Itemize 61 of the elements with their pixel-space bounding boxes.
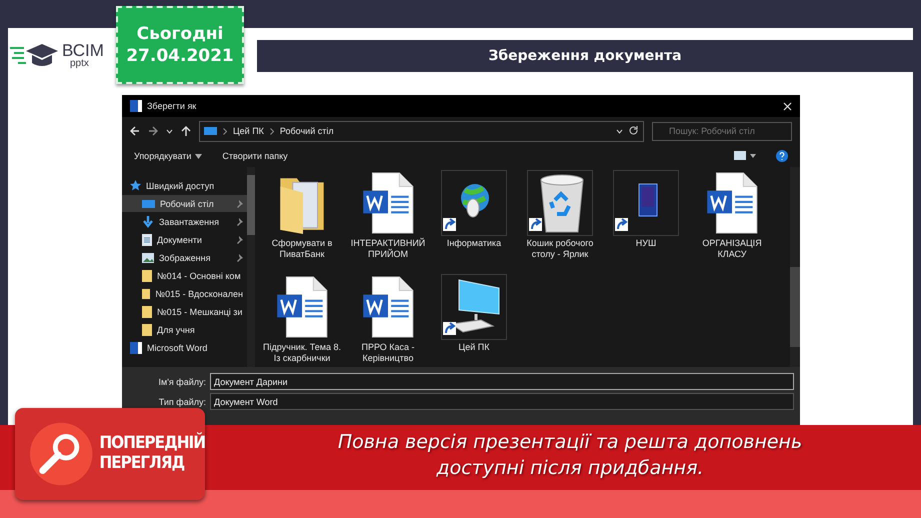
word-document-icon: [706, 172, 758, 234]
folder-icon: [142, 288, 150, 300]
file-item[interactable]: ОРГАНІЗАЦІЯ КЛАСУ: [691, 170, 773, 274]
word-document-icon: [276, 276, 328, 338]
new-folder-button[interactable]: Створити папку: [222, 151, 288, 161]
chevron-icon: [223, 128, 227, 134]
word-document-icon: [362, 276, 414, 338]
field-label: Тип файлу:: [158, 396, 206, 406]
folder-icon: [142, 270, 152, 282]
chevron-icon: [270, 128, 274, 134]
document-icon: [142, 234, 152, 246]
sidebar-item[interactable]: №015 - Вдосконален: [122, 285, 255, 302]
file-type-field[interactable]: Документ Word: [210, 393, 794, 410]
forward-arrow-icon[interactable]: [148, 126, 158, 136]
sidebar-item[interactable]: Зображення: [122, 249, 255, 266]
word-icon: [130, 100, 142, 112]
breadcrumb-item[interactable]: Цей ПК: [233, 126, 264, 136]
graduation-cap-icon: [10, 42, 60, 68]
sidebar-item[interactable]: №014 - Основні ком: [122, 267, 255, 284]
up-arrow-icon[interactable]: [181, 126, 191, 136]
file-item[interactable]: Сформувати в ПиватБанк: [261, 170, 343, 274]
logo-subtext: pptx: [69, 58, 90, 68]
star-icon: [130, 180, 141, 191]
back-arrow-icon[interactable]: [130, 126, 140, 136]
desktop-icon: [142, 198, 155, 208]
picture-icon: [142, 252, 154, 262]
folder-icon: [142, 324, 152, 336]
desktop-icon: [204, 126, 217, 136]
sticker-text: Сьогодні: [136, 22, 224, 45]
dialog-title: Зберегти як: [147, 101, 198, 111]
search-field[interactable]: Пошук: Робочий стіл: [652, 122, 792, 140]
help-icon[interactable]: [776, 150, 788, 162]
sidebar-item[interactable]: №015 - Мешканці зи: [122, 303, 255, 320]
view-icon[interactable]: [734, 151, 756, 161]
badge-text: ПЕРЕГЛЯД: [99, 454, 186, 474]
organize-button[interactable]: Упорядкувати: [134, 151, 192, 161]
slide-title: Збереження документа: [257, 40, 913, 72]
download-arrow-icon: [142, 216, 154, 228]
breadcrumb-item[interactable]: Робочий стіл: [280, 126, 334, 136]
sidebar-item[interactable]: Для учня: [122, 321, 255, 338]
caret-icon[interactable]: [166, 128, 173, 134]
banner-message: Повна версія презентації та решта доповнень доступні після придбання.: [336, 430, 804, 481]
folder-icon: [142, 306, 152, 318]
logo-text: ВСІМ: [62, 42, 104, 58]
sidebar-item[interactable]: Швидкий доступ: [122, 177, 255, 194]
sticker-date: 27.04.2021: [126, 45, 234, 68]
word-document-icon: [362, 172, 414, 234]
field-label: Ім'я файлу:: [158, 376, 206, 386]
word-icon: [130, 342, 142, 354]
close-icon[interactable]: [783, 102, 792, 110]
sidebar-item[interactable]: Завантаження: [122, 213, 255, 230]
sidebar-item[interactable]: Документи: [122, 231, 255, 248]
address-bar[interactable]: Цей ПК Робочий стіл: [199, 120, 644, 142]
caret-icon[interactable]: [616, 128, 623, 134]
file-item[interactable]: ІНТЕРАКТИВНИЙ ПРИЙОМ: [347, 170, 429, 274]
sidebar-item[interactable]: Microsoft Word: [122, 339, 255, 356]
file-name-field[interactable]: Документ Дарини: [210, 373, 794, 390]
badge-text: ПОПЕРЕДНІЙ: [99, 434, 205, 454]
refresh-icon[interactable]: [629, 126, 639, 136]
caret-icon: [195, 154, 202, 158]
magnifier-icon: [29, 421, 94, 487]
